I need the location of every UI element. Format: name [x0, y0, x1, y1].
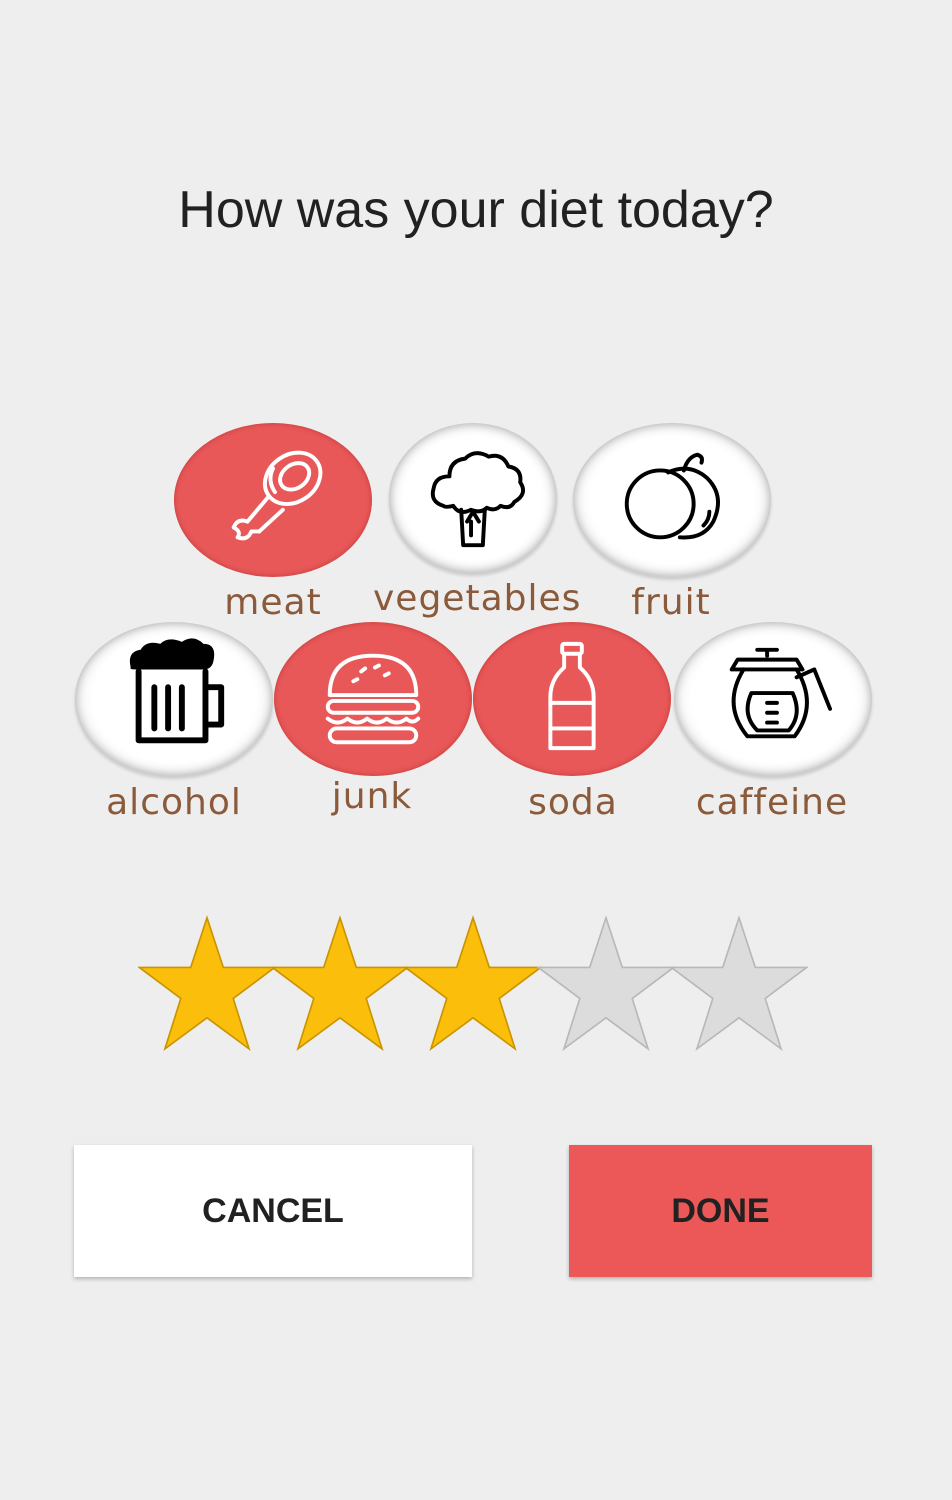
star-filled-icon[interactable]: [138, 915, 276, 1053]
food-toggle-junk[interactable]: [274, 622, 472, 776]
cancel-button[interactable]: CANCEL: [74, 1145, 472, 1277]
page-title: How was your diet today?: [178, 181, 774, 239]
peach-icon: [613, 439, 731, 561]
bottle-icon: [513, 638, 631, 760]
burger-icon: [314, 638, 432, 760]
food-toggle-caffeine[interactable]: [674, 622, 872, 776]
ham-leg-icon: [214, 439, 332, 561]
food-label-vegetables: vegetables: [373, 578, 582, 619]
food-toggle-alcohol[interactable]: [75, 622, 273, 776]
done-button[interactable]: DONE: [569, 1145, 872, 1277]
coffee-pot-icon: [714, 638, 832, 760]
food-label-fruit: fruit: [631, 582, 711, 623]
star-empty-icon[interactable]: [537, 915, 675, 1053]
food-toggle-soda[interactable]: [473, 622, 671, 776]
star-empty-icon[interactable]: [670, 915, 808, 1053]
star-rating[interactable]: [138, 915, 814, 1060]
beer-mug-icon: [115, 638, 233, 760]
food-toggle-meat[interactable]: [174, 423, 372, 577]
food-label-soda: soda: [528, 782, 618, 823]
star-filled-icon[interactable]: [404, 915, 542, 1053]
food-label-junk: junk: [331, 776, 413, 817]
food-toggle-vegetables[interactable]: [389, 423, 557, 573]
broccoli-icon: [414, 437, 532, 559]
food-label-meat: meat: [224, 582, 322, 623]
food-label-alcohol: alcohol: [106, 782, 242, 823]
star-filled-icon[interactable]: [271, 915, 409, 1053]
food-toggle-fruit[interactable]: [573, 423, 771, 577]
food-label-caffeine: caffeine: [695, 782, 849, 823]
